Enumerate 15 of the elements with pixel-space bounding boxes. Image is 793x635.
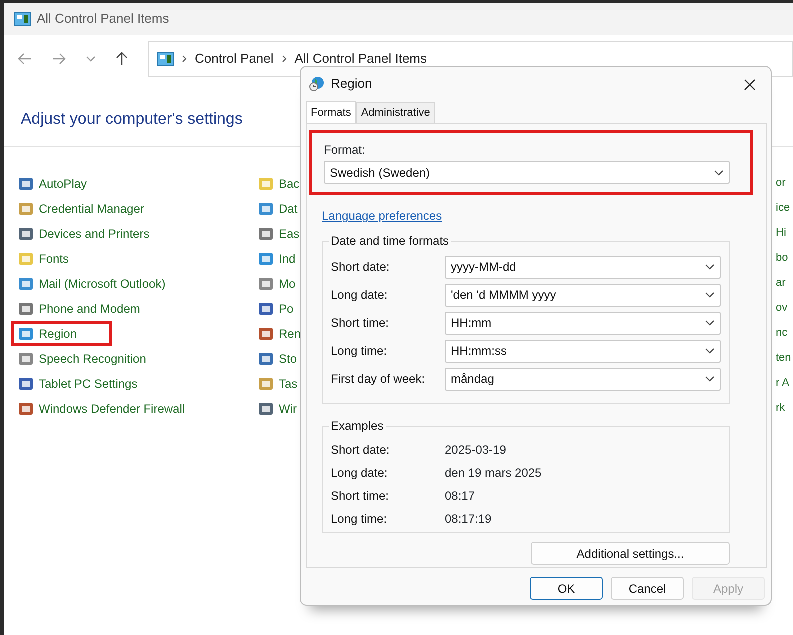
window-title: All Control Panel Items (37, 10, 170, 28)
field-label: Long date: (331, 287, 389, 304)
field-label: Short date: (331, 259, 391, 276)
example-value: den 19 mars 2025 (445, 464, 542, 482)
example-label: Short time: (331, 488, 390, 504)
example-label: Long time: (331, 510, 388, 528)
example-value: 2025-03-19 (445, 442, 506, 458)
example-value: 08:17 (445, 488, 476, 504)
example-label: Long date: (331, 464, 389, 482)
field-label: First day of week: (331, 371, 426, 388)
field-label: Short time: (331, 315, 390, 332)
example-label: Short date: (331, 442, 391, 458)
group-title: Examples (329, 418, 386, 434)
example-value: 08:17:19 (445, 510, 492, 528)
field-label: Long time: (331, 343, 388, 360)
